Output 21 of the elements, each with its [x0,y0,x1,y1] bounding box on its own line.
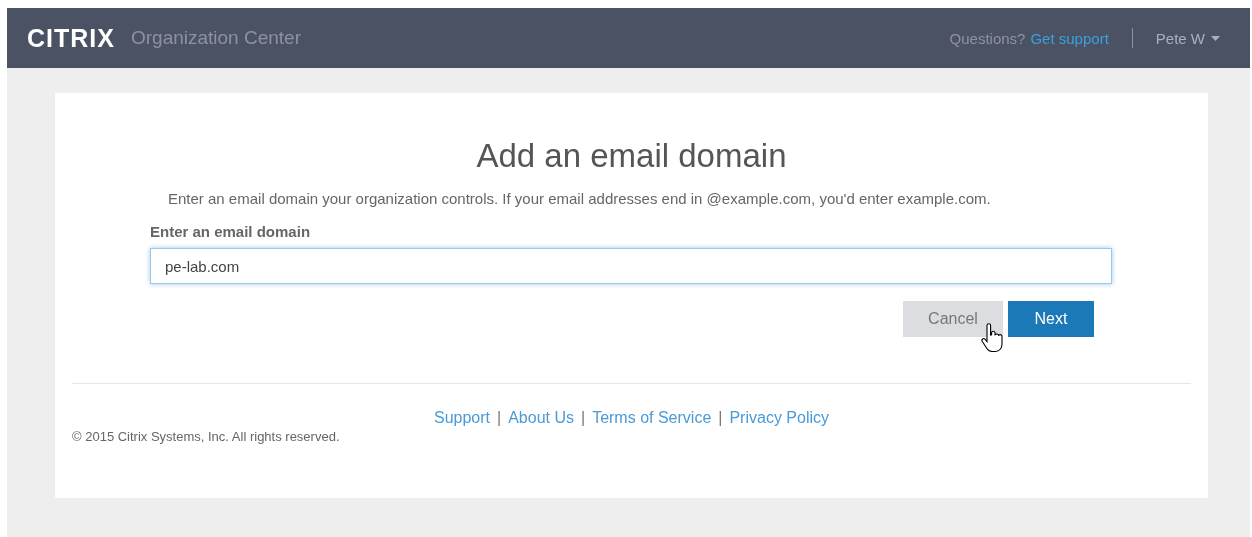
questions-text: Questions? [949,29,1026,47]
link-separator: | [718,409,723,427]
domain-input-field[interactable]: pe-lab.com [150,248,1112,284]
field-label: Enter an email domain [150,223,312,240]
link-separator: | [497,409,502,427]
footer-link[interactable]: About Us [508,409,574,427]
page-title: Add an email domain [475,136,788,175]
app-title: Organization Center [130,27,301,49]
caret-icon [1211,35,1220,41]
logo: CITRIX [27,23,115,53]
get-support-link[interactable]: Get support [1030,29,1109,47]
user-menu[interactable]: Pete W [1155,29,1220,47]
footer-link[interactable]: Privacy Policy [729,409,829,427]
next-button[interactable]: Next [1008,301,1094,337]
description-text: Enter an email domain your organization controls. If your email addresses end in @example.com, you'd enter example.com. [168,189,992,209]
footer-link[interactable]: Support [433,409,490,427]
footer-link[interactable]: Terms of Service [592,409,712,427]
link-separator: | [581,409,586,427]
hand-cursor-icon [981,323,1003,353]
copyright-text: © 2015 Citrix Systems, Inc. All rights reserved. [72,429,341,444]
cancel-button[interactable]: Cancel [903,301,1003,337]
